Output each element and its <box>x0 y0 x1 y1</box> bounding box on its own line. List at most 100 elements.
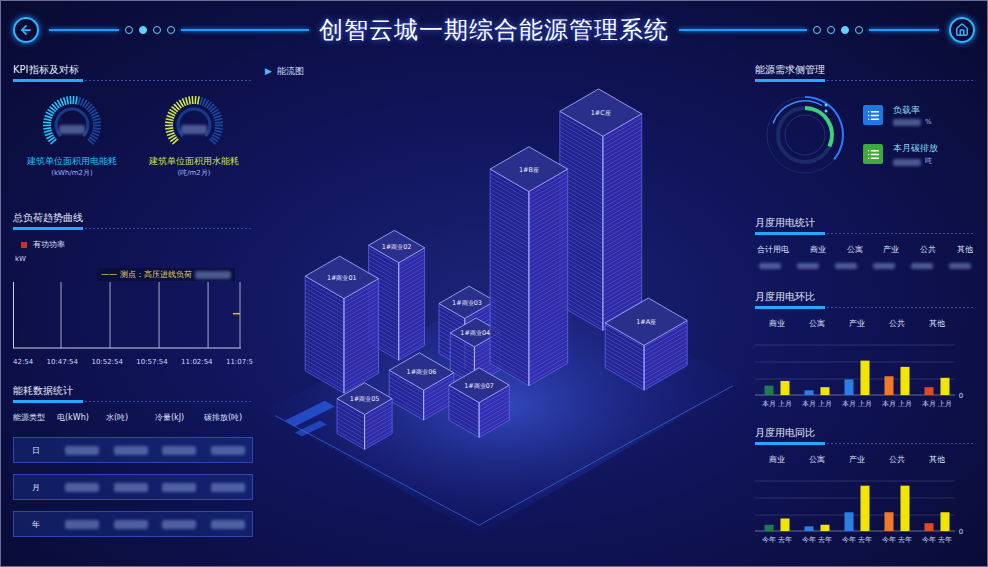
load-series <box>233 313 240 315</box>
chart-bar <box>941 512 950 531</box>
chart-bar <box>821 387 830 395</box>
building-label: 1#商业06 <box>407 368 437 376</box>
chart-legend: 有功功率 <box>13 235 253 250</box>
gauge-dial-icon <box>158 91 230 153</box>
blurred-value <box>59 125 85 134</box>
section-header: 总负荷趋势曲线 <box>13 211 253 230</box>
chart-bar <box>845 379 854 395</box>
demand-panel: 能源需求侧管理负载率%本月碳排放吨 <box>755 63 975 208</box>
load-ring-icon <box>763 93 847 177</box>
svg-text:本月: 本月 <box>842 400 856 408</box>
back-button[interactable] <box>13 17 39 43</box>
svg-text:去年: 去年 <box>818 536 832 544</box>
svg-text:本月: 本月 <box>922 400 936 408</box>
building-label: 1#B座 <box>519 166 539 174</box>
page-title: 创智云城一期综合能源管理系统 <box>319 14 669 46</box>
svg-text:上月: 上月 <box>898 400 912 408</box>
table-row: 年 <box>13 511 253 537</box>
section-header: 月度用电环比 <box>755 290 975 309</box>
building-label: 1#商业01 <box>327 274 357 282</box>
energy-flow-panel: ▶能流图 1#C座 1#商业02 1#商业03 1#商业04 1#B座 1#A座 1#商业01… <box>265 63 743 558</box>
chart-bar <box>861 361 870 395</box>
pager-dot[interactable] <box>125 26 133 34</box>
chart-bar <box>845 512 854 531</box>
back-arrow-icon[interactable] <box>19 23 33 37</box>
home-button[interactable] <box>949 17 975 43</box>
building-label: 1#C座 <box>591 109 611 117</box>
building-label: 1#商业04 <box>460 329 490 337</box>
pager-dot[interactable] <box>139 26 147 34</box>
svg-text:本月: 本月 <box>762 400 776 408</box>
chart-bar <box>901 486 910 531</box>
building[interactable] <box>490 147 568 386</box>
blurred-value <box>114 520 148 529</box>
chart-bar <box>885 512 894 531</box>
comparison-chart-panel: 月度用电同比商业公寓产业公共其他0今年去年今年去年今年去年今年去年今年去年 <box>755 426 975 558</box>
blurred-value <box>114 446 148 455</box>
blurred-value <box>893 159 921 166</box>
bar-chart: 0本月上月本月上月本月上月本月上月本月上月 <box>755 335 967 415</box>
gauge-label: 建筑单位面积用水能耗 <box>149 155 239 167</box>
section-header: 月度用电统计 <box>755 216 975 235</box>
chart-bar <box>925 523 934 531</box>
svg-text:0: 0 <box>959 528 963 536</box>
pager-dot[interactable] <box>153 26 161 34</box>
svg-text:去年: 去年 <box>938 536 952 544</box>
chart-bar <box>901 367 910 395</box>
building[interactable] <box>605 298 687 390</box>
blurred-value <box>759 263 781 269</box>
pager-dot[interactable] <box>855 26 863 34</box>
section-header: 能源需求侧管理 <box>755 63 975 82</box>
blurred-value <box>797 263 819 269</box>
chart-bar <box>765 386 774 395</box>
building-label: 1#商业07 <box>464 382 494 390</box>
pager-dot[interactable] <box>813 26 821 34</box>
energy-flow-map: 1#C座 1#商业02 1#商业03 1#商业04 1#B座 1#A座 1#商业01 1#商业… <box>265 81 743 551</box>
section-header: ▶能流图 <box>265 63 743 77</box>
list-icon <box>867 109 880 122</box>
gauge-unit: (kWh/m2月) <box>51 169 93 178</box>
svg-text:上月: 上月 <box>858 400 872 408</box>
building-label: 1#商业03 <box>452 299 482 307</box>
blurred-value <box>162 520 196 529</box>
blurred-value <box>835 263 857 269</box>
building-label: 1#A座 <box>636 318 656 326</box>
blurred-value <box>211 446 245 455</box>
svg-text:去年: 去年 <box>898 536 912 544</box>
energy-stats-panel: 能耗数据统计能源类型电(kWh)水(吨)冷量(kJ)碳排放(吨)日月年 <box>13 384 253 558</box>
kpi-gauge: 建筑单位面积用水能耗(吨/m2月) <box>135 91 253 178</box>
building[interactable] <box>305 256 378 393</box>
svg-text:0: 0 <box>959 392 963 400</box>
pager <box>813 26 863 34</box>
monthly-usage-panel: 月度用电统计合计用电商业公寓产业公共其他 <box>755 216 975 282</box>
building[interactable] <box>560 89 642 330</box>
chart-bar <box>781 381 790 395</box>
blurred-value <box>65 446 99 455</box>
pager-dot[interactable] <box>167 26 175 34</box>
gauge-label: 建筑单位面积用电能耗 <box>27 155 117 167</box>
home-icon[interactable] <box>955 23 969 37</box>
svg-text:上月: 上月 <box>778 400 792 408</box>
pager-dot[interactable] <box>827 26 835 34</box>
blurred-value <box>211 520 245 529</box>
blurred-value <box>162 483 196 492</box>
building[interactable] <box>389 353 454 420</box>
svg-text:本月: 本月 <box>882 400 896 408</box>
svg-text:去年: 去年 <box>858 536 872 544</box>
svg-text:今年: 今年 <box>762 536 776 544</box>
kpi-panel: KPI指标及对标建筑单位面积用电能耗(kWh/m2月)建筑单位面积用水能耗(吨/… <box>13 63 253 203</box>
svg-text:上月: 上月 <box>938 400 952 408</box>
building[interactable] <box>337 383 392 450</box>
table-row: 月 <box>13 474 253 500</box>
building-label: 1#商业02 <box>382 243 412 251</box>
bar-chart: 0今年去年今年去年今年去年今年去年今年去年 <box>755 471 967 551</box>
blurred-value <box>162 446 196 455</box>
blurred-value <box>65 520 99 529</box>
pager-dot[interactable] <box>841 26 849 34</box>
chart-bar <box>885 376 894 395</box>
load-trend-panel: 总负荷趋势曲线有功功率kW—— 测点：高压进线负荷42:5410:47:5410… <box>13 211 253 376</box>
chart-bar <box>781 519 790 532</box>
chart-bar <box>821 525 830 531</box>
building[interactable] <box>449 368 509 438</box>
demand-stat: 负载率% <box>863 104 938 126</box>
